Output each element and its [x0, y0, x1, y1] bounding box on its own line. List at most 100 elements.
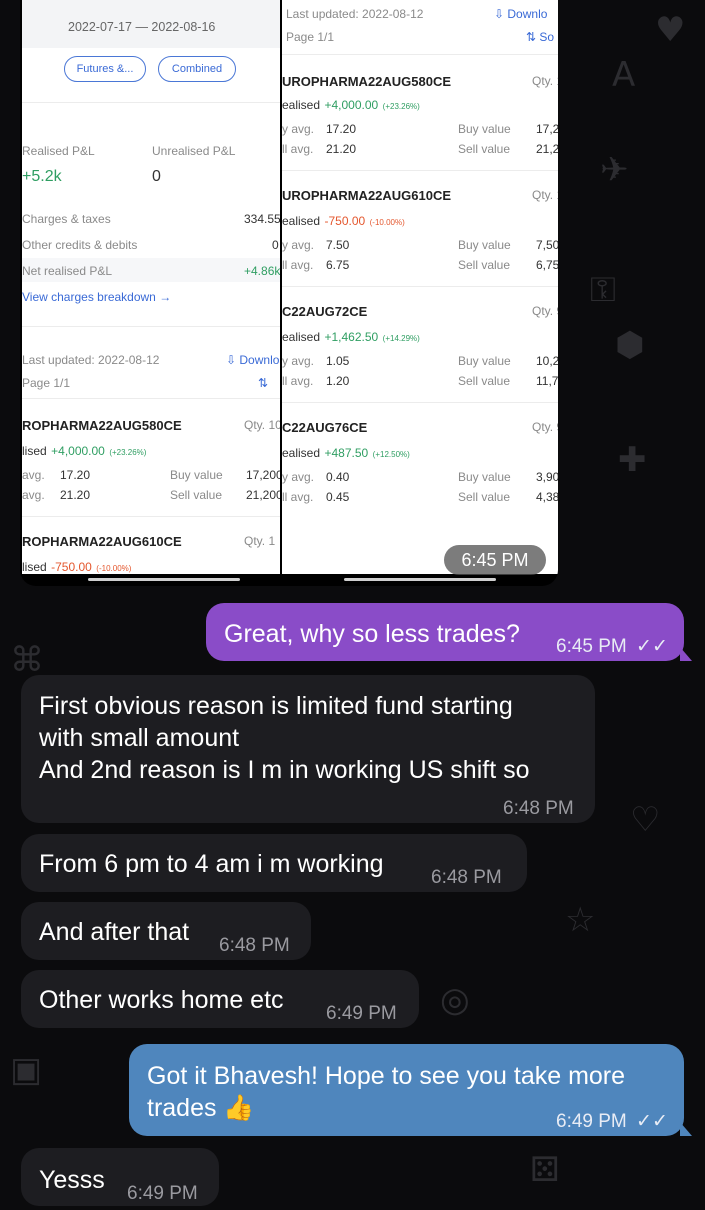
- pnl-screenshot-left: 2022-07-17 — 2022-08-16 Futures &... Com…: [22, 0, 280, 574]
- sell-value: 6,750.: [536, 258, 558, 272]
- message-outgoing[interactable]: Got it Bhavesh! Hope to see you take mor…: [129, 1044, 684, 1136]
- sell-value: 11,700.: [536, 374, 558, 388]
- sell-value: 4,387.: [536, 490, 558, 504]
- pnl-value: +1,462.50: [324, 330, 379, 344]
- download-button[interactable]: ⇩ Downlo: [494, 7, 547, 21]
- date-from: 2022-07-17: [68, 20, 132, 34]
- charges-breakdown-link[interactable]: View charges breakdown →: [22, 290, 171, 304]
- buy-avg-value: 17.20: [326, 122, 357, 136]
- filter-combined-button[interactable]: Combined: [158, 56, 236, 82]
- buy-avg-label: y avg.: [282, 238, 315, 252]
- pnl-percent: (+23.26%): [109, 448, 147, 457]
- dice-doodle-icon: ⚄: [530, 1150, 560, 1190]
- message-text: Great, why so less trades?: [224, 620, 520, 648]
- shared-photo[interactable]: 2022-07-17 — 2022-08-16 Futures &... Com…: [20, 0, 558, 586]
- message-text: with small amount: [39, 724, 240, 752]
- message-time: 6:48 PM: [219, 935, 290, 956]
- buy-avg-value: 17.20: [60, 468, 91, 482]
- buy-avg-value: 0.40: [326, 470, 350, 484]
- cube-doodle-icon: ⬢: [615, 325, 645, 365]
- pnl-label: ealised: [282, 98, 321, 112]
- page-indicator: Page 1/1: [22, 376, 71, 390]
- lock-doodle-icon: ⚿: [590, 270, 616, 310]
- pnl-value: +4,000.00: [324, 98, 379, 112]
- last-updated: Last updated: 2022-08-12: [286, 7, 424, 21]
- sell-avg-value: 0.45: [326, 490, 350, 504]
- message-time: 6:48 PM: [431, 867, 502, 888]
- gesture-bar-right: [344, 578, 496, 581]
- message-incoming[interactable]: Yesss 6:49 PM: [21, 1148, 219, 1206]
- other-credits-value: 0: [272, 238, 279, 252]
- download-button[interactable]: ⇩ Download: [226, 353, 280, 367]
- star-doodle-icon: ☆: [565, 900, 596, 940]
- photo-timestamp: 6:45 PM: [444, 545, 546, 575]
- message-incoming[interactable]: Other works home etc 6:49 PM: [21, 970, 419, 1028]
- sell-avg-label: ll avg.: [282, 142, 314, 156]
- buy-value-label: Buy value: [458, 354, 511, 368]
- sell-value-label: Sell value: [170, 488, 223, 502]
- position-symbol: ROPHARMA22AUG580CE: [22, 418, 182, 433]
- pnl-label: lised: [22, 444, 47, 458]
- message-time: 6:49 PM: [556, 1111, 627, 1132]
- message-outgoing[interactable]: Great, why so less trades? 6:45 PM ✓✓: [206, 603, 684, 661]
- date-to: 2022-08-16: [151, 20, 216, 34]
- message-text: And 2nd reason is I m in working US shif…: [39, 756, 530, 784]
- sell-avg-value: 21.20: [60, 488, 91, 502]
- charges-label: Charges & taxes: [22, 212, 111, 226]
- date-separator: —: [135, 20, 148, 34]
- buy-avg-label: y avg.: [282, 354, 315, 368]
- buy-value-label: Buy value: [170, 468, 223, 482]
- pnl-value: -750.00: [324, 214, 366, 228]
- pnl-value: -750.00: [51, 560, 92, 574]
- position-qty: Qty. 97: [532, 420, 558, 434]
- message-incoming[interactable]: And after that 6:48 PM: [21, 902, 311, 960]
- download-label: Download: [239, 353, 280, 367]
- message-time: 6:48 PM: [503, 798, 574, 819]
- pnl-label: ealised: [282, 214, 321, 228]
- net-realised-value: +4.86k: [244, 264, 280, 278]
- filter-futures-button[interactable]: Futures &...: [64, 56, 146, 82]
- other-credits-label: Other credits & debits: [22, 238, 138, 252]
- position-symbol: C22AUG72CE: [282, 304, 368, 319]
- sort-icon[interactable]: ⇅: [258, 376, 268, 390]
- rocket-doodle-icon: ✈: [600, 150, 629, 190]
- buy-avg-label: y avg.: [282, 122, 315, 136]
- position-symbol: ROPHARMA22AUG610CE: [22, 534, 182, 549]
- pnl-value: +487.50: [324, 446, 369, 460]
- sell-value-label: Sell value: [458, 490, 511, 504]
- console-doodle-icon: ▣: [10, 1050, 43, 1090]
- sell-value-label: Sell value: [458, 374, 511, 388]
- download-label: Downlo: [507, 7, 548, 21]
- message-text: And after that: [39, 918, 190, 946]
- sell-avg-value: 1.20: [326, 374, 350, 388]
- message-time: 6:49 PM: [127, 1183, 198, 1204]
- bubble-tail: [680, 647, 692, 661]
- sell-avg-label: ll avg.: [282, 258, 314, 272]
- unrealised-value: 0: [152, 168, 161, 185]
- position-symbol: UROPHARMA22AUG580CE: [282, 74, 452, 89]
- joystick-doodle-icon: ✚: [618, 440, 647, 480]
- pnl-screenshot-right: Last updated: 2022-08-12 ⇩ Downlo Page 1…: [282, 0, 558, 574]
- position-symbol: C22AUG76CE: [282, 420, 368, 435]
- sell-avg-value: 6.75: [326, 258, 350, 272]
- sell-value: 21,200.: [536, 142, 558, 156]
- sell-value-label: Sell value: [458, 142, 511, 156]
- realised-value: +5.2k: [22, 168, 62, 185]
- sort-button[interactable]: ⇅ So: [526, 30, 554, 44]
- position-qty: Qty. 10: [532, 74, 558, 88]
- sell-avg-label: avg.: [22, 488, 45, 502]
- sell-value: 21,200: [246, 488, 280, 502]
- bubble-tail: [680, 1122, 692, 1136]
- message-incoming[interactable]: First obvious reason is limited fund sta…: [21, 675, 595, 823]
- message-text: From 6 pm to 4 am i m working: [39, 850, 384, 878]
- message-text: trades 👍: [147, 1094, 255, 1122]
- buy-value: 7,500.: [536, 238, 558, 252]
- sell-avg-value: 21.20: [326, 142, 357, 156]
- message-incoming[interactable]: From 6 pm to 4 am i m working 6:48 PM: [21, 834, 527, 892]
- buy-avg-label: avg.: [22, 468, 45, 482]
- pnl-percent: (+14.29%): [382, 334, 420, 343]
- download-icon: ⇩: [226, 353, 240, 367]
- ball-doodle-icon: ◎: [440, 980, 470, 1020]
- buy-value: 17,200.: [536, 122, 558, 136]
- message-text: First obvious reason is limited fund sta…: [39, 692, 513, 720]
